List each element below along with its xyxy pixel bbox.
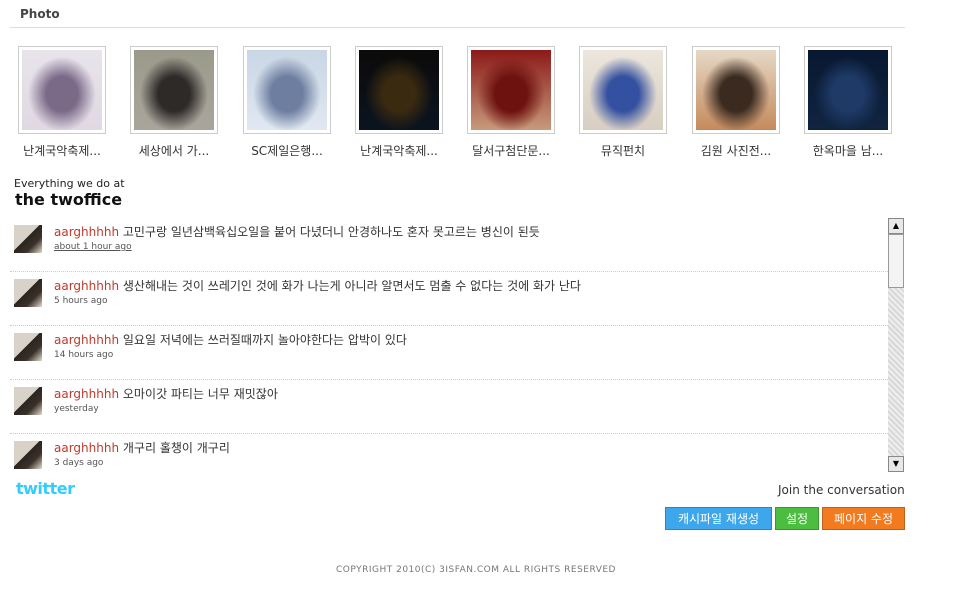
tweet-item: aarghhhhh 일요일 저녁에는 쓰러질때까지 놀아야한다는 압박이 있다 … [10,326,888,380]
photo-thumbnail[interactable] [18,46,106,134]
photo-item[interactable]: 난계국악축제... [355,46,443,158]
photo-caption[interactable]: 한옥마을 남... [792,142,904,159]
photo-item[interactable]: 달서구첨단문... [467,46,555,158]
scroll-up-icon[interactable]: ▲ [888,218,904,234]
regenerate-cache-button[interactable]: 캐시파일 재생성 [665,507,772,530]
tweet-text: 고민구랑 일년삼백육십오일을 붙어 다녔더니 안경하나도 혼자 못고르는 병신이… [119,225,540,239]
avatar[interactable] [14,279,42,307]
photo-thumbnail[interactable] [243,46,331,134]
tweet-username[interactable]: aarghhhhh [54,387,119,401]
twitter-logo[interactable]: twitter [16,479,75,498]
tweet-timestamp[interactable]: 3 days ago [54,458,103,468]
photo-image[interactable] [134,50,214,130]
tweet-username[interactable]: aarghhhhh [54,333,119,347]
settings-button[interactable]: 설정 [775,507,819,530]
photo-thumbnail[interactable] [355,46,443,134]
tweet-item: aarghhhhh 고민구랑 일년삼백육십오일을 붙어 다녔더니 안경하나도 혼… [10,218,888,272]
photo-image[interactable] [696,50,776,130]
tweet-timestamp[interactable]: about 1 hour ago [54,242,132,252]
photo-thumbnail[interactable] [692,46,780,134]
tweet-username[interactable]: aarghhhhh [54,225,119,239]
twitter-feed[interactable]: aarghhhhh 고민구랑 일년삼백육십오일을 붙어 다녔더니 안경하나도 혼… [10,218,888,472]
photo-item[interactable]: 세상에서 가... [130,46,218,158]
photo-image[interactable] [583,50,663,130]
section-divider [10,27,905,28]
avatar[interactable] [14,225,42,253]
photo-image[interactable] [22,50,102,130]
avatar[interactable] [14,333,42,361]
tweet-timestamp[interactable]: yesterday [54,404,99,414]
tweet-timestamp[interactable]: 14 hours ago [54,350,113,360]
photo-item[interactable]: 한옥마을 남... [804,46,892,158]
section-title: Photo [20,7,60,21]
photo-gallery: 난계국악축제... 세상에서 가... SC제일은행... 난계국악축제... … [18,46,908,161]
photo-caption[interactable]: 난계국악축제... [343,142,455,159]
tagline-small: Everything we do at [14,177,125,190]
avatar[interactable] [14,441,42,469]
photo-thumbnail[interactable] [467,46,555,134]
scroll-thumb[interactable] [888,234,904,288]
photo-caption[interactable]: 세상에서 가... [118,142,230,159]
photo-caption[interactable]: 난계국악축제... [6,142,118,159]
tweet-text: 일요일 저녁에는 쓰러질때까지 놀아야한다는 압박이 있다 [119,333,407,347]
photo-thumbnail[interactable] [130,46,218,134]
photo-thumbnail[interactable] [579,46,667,134]
tweet-item: aarghhhhh 오마이갓 파티는 너무 재밋잖아 yesterday [10,380,888,434]
photo-item[interactable]: 김원 사진전... [692,46,780,158]
join-conversation-link[interactable]: Join the conversation [778,483,905,497]
footer-copyright: COPYRIGHT 2010(C) 3ISFAN.COM ALL RIGHTS … [335,565,616,575]
photo-image[interactable] [808,50,888,130]
photo-image[interactable] [247,50,327,130]
tweet-item: aarghhhhh 개구리 홀챙이 개구리 3 days ago [10,434,888,472]
feed-scrollbar[interactable]: ▲ ▼ [888,218,904,472]
tweet-text: 오마이갓 파티는 너무 재밋잖아 [119,387,278,401]
scroll-down-icon[interactable]: ▼ [888,456,904,472]
photo-caption[interactable]: 달서구첨단문... [455,142,567,159]
tweet-timestamp[interactable]: 5 hours ago [54,296,108,306]
tweet-username[interactable]: aarghhhhh [54,279,119,293]
tweet-username[interactable]: aarghhhhh [54,441,119,455]
photo-item[interactable]: SC제일은행... [243,46,331,158]
photo-item[interactable]: 뮤직펀치 [579,46,667,158]
photo-image[interactable] [359,50,439,130]
photo-image[interactable] [471,50,551,130]
photo-caption[interactable]: 뮤직펀치 [567,142,679,159]
tagline-title: the twoffice [15,190,123,209]
photo-thumbnail[interactable] [804,46,892,134]
photo-item[interactable]: 난계국악축제... [18,46,106,158]
avatar[interactable] [14,387,42,415]
tweet-text: 생산해내는 것이 쓰레기인 것에 화가 나는게 아니라 알면서도 멈출 수 없다… [119,279,581,293]
edit-page-button[interactable]: 페이지 수정 [822,507,905,530]
tweet-text: 개구리 홀챙이 개구리 [119,441,230,455]
photo-caption[interactable]: SC제일은행... [231,142,343,159]
photo-caption[interactable]: 김원 사진전... [680,142,792,159]
tweet-item: aarghhhhh 생산해내는 것이 쓰레기인 것에 화가 나는게 아니라 알면… [10,272,888,326]
